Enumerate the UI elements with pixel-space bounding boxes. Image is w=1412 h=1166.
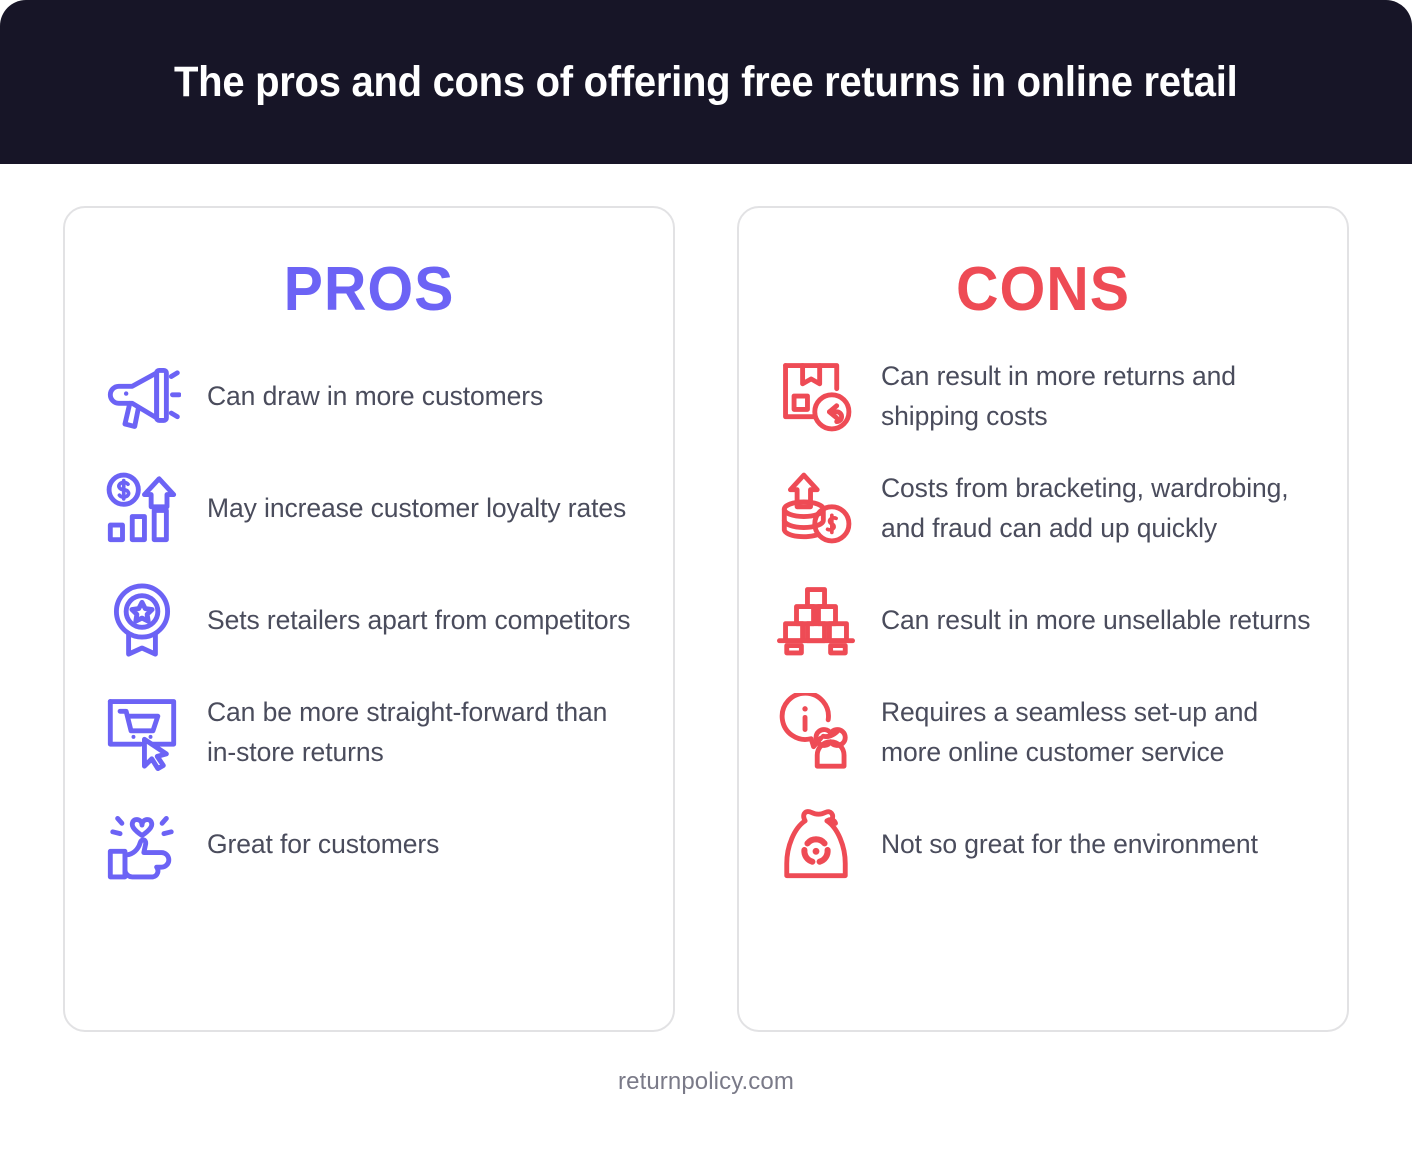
footer: returnpolicy.com: [0, 1032, 1412, 1096]
list-item: Can draw in more customers: [99, 353, 639, 439]
pros-card: PROS Can draw in more customers May incr…: [63, 206, 675, 1032]
list-item-label: Can result in more returns and shipping …: [881, 360, 1236, 431]
info-customer-service-icon: [773, 689, 859, 775]
header-banner: The pros and cons of offering free retur…: [0, 0, 1412, 164]
list-item-label: Can draw in more customers: [207, 380, 544, 411]
list-item-label: Can result in more unsellable returns: [881, 604, 1311, 635]
list-item-label: May increase customer loyalty rates: [207, 492, 627, 523]
award-ribbon-icon: [99, 577, 185, 663]
page-title: The pros and cons of offering free retur…: [174, 57, 1238, 106]
megaphone-icon: [99, 353, 185, 439]
list-item: Requires a seamless set-up and more onli…: [773, 689, 1313, 775]
list-item: Costs from bracketing, wardrobing, and f…: [773, 465, 1313, 551]
list-item-label: Requires a seamless set-up and more onli…: [881, 696, 1259, 767]
list-item-label: Costs from bracketing, wardrobing, and f…: [881, 472, 1289, 543]
list-item-label: Can be more straight-forward than in-sto…: [207, 696, 608, 767]
list-item: Great for customers: [99, 801, 639, 887]
list-item-label: Sets retailers apart from competitors: [207, 604, 631, 635]
pros-cons-columns: PROS Can draw in more customers May incr…: [0, 164, 1412, 1032]
cons-heading: CONS: [956, 255, 1130, 324]
package-return-icon: [773, 353, 859, 439]
list-item: Can result in more returns and shipping …: [773, 353, 1313, 439]
list-item: Can result in more unsellable returns: [773, 577, 1313, 663]
money-growth-chart-icon: [99, 465, 185, 551]
list-item: May increase customer loyalty rates: [99, 465, 639, 551]
thumbs-up-heart-icon: [99, 801, 185, 887]
pros-heading: PROS: [283, 255, 455, 324]
cons-item-list: Can result in more returns and shipping …: [773, 353, 1313, 887]
rising-coins-icon: [773, 465, 859, 551]
source-attribution: returnpolicy.com: [618, 1068, 794, 1095]
stacked-boxes-icon: [773, 577, 859, 663]
list-item-label: Not so great for the environment: [881, 828, 1258, 859]
waste-bag-icon: [773, 801, 859, 887]
list-item: Not so great for the environment: [773, 801, 1313, 887]
cons-card: CONS Can result in more returns and ship…: [737, 206, 1349, 1032]
online-cart-cursor-icon: [99, 689, 185, 775]
pros-item-list: Can draw in more customers May increase …: [99, 353, 639, 887]
list-item: Sets retailers apart from competitors: [99, 577, 639, 663]
infographic-page: The pros and cons of offering free retur…: [0, 0, 1412, 1166]
list-item: Can be more straight-forward than in-sto…: [99, 689, 639, 775]
list-item-label: Great for customers: [207, 828, 440, 859]
